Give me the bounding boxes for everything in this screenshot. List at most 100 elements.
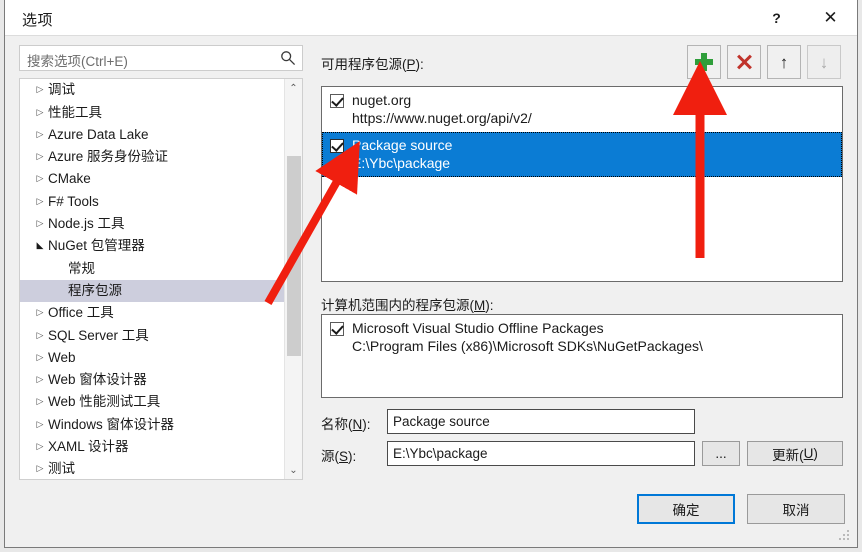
tree-item-0[interactable]: ▷ 调试 (20, 79, 285, 101)
chevron-right-icon[interactable]: ▷ (32, 167, 48, 189)
source-field[interactable] (387, 441, 695, 466)
tree-item-label: 常规 (68, 260, 95, 276)
tree-item-9[interactable]: 程序包源 (20, 279, 285, 302)
machine-source-name: Microsoft Visual Studio Offline Packages (352, 320, 604, 336)
tree-item-14[interactable]: ▷ Web 性能测试工具 (20, 391, 285, 413)
name-field-label: 名称(N): (321, 417, 371, 432)
help-button[interactable]: ? (754, 0, 799, 35)
chevron-right-icon[interactable]: ▷ (32, 212, 48, 234)
name-field[interactable] (387, 409, 695, 434)
available-source-row[interactable]: Package source E:\Ybc\package (322, 132, 842, 177)
move-up-button[interactable]: ↑ (767, 45, 801, 79)
tree-item-label: Web (48, 349, 76, 365)
chevron-right-icon[interactable]: ▷ (32, 301, 48, 323)
machine-source-url: C:\Program Files (x86)\Microsoft SDKs\Nu… (352, 338, 703, 354)
tree-item-1[interactable]: ▷ 性能工具 (20, 101, 285, 123)
tree-item-label: Azure Data Lake (48, 126, 149, 142)
available-source-name: nuget.org (352, 92, 412, 108)
arrow-down-icon: ↓ (819, 52, 829, 72)
source-field-label: 源(S): (321, 449, 357, 464)
browse-button[interactable]: ... (702, 441, 740, 466)
tree-item-17[interactable]: ▷ 测试 (20, 457, 285, 479)
ok-button[interactable]: 确定 (637, 494, 735, 524)
page-title: 选项 (22, 12, 54, 29)
available-source-row[interactable]: nuget.org https://www.nuget.org/api/v2/ (322, 87, 842, 132)
search-icon (280, 50, 296, 66)
chevron-down-icon[interactable]: ◢ (32, 234, 48, 256)
options-dialog: 选项 ? ✕ 搜索选项(Ctrl+E) ▷ 调试 ▷ 性能工具 ▷ Azure Data … (4, 0, 858, 548)
tree-item-10[interactable]: ▷ Office 工具 (20, 302, 285, 324)
tree-item-13[interactable]: ▷ Web 窗体设计器 (20, 369, 285, 391)
available-sources-list[interactable]: nuget.org https://www.nuget.org/api/v2/Pa… (321, 86, 843, 282)
options-tree[interactable]: ▷ 调试 ▷ 性能工具 ▷ Azure Data Lake ▷ Azure 服务身份验证 ▷ CM… (19, 78, 303, 480)
tree-item-16[interactable]: ▷ XAML 设计器 (20, 436, 285, 458)
tree-item-label: XAML 设计器 (48, 439, 129, 455)
tree-item-11[interactable]: ▷ SQL Server 工具 (20, 324, 285, 346)
close-icon[interactable]: ✕ (808, 0, 853, 35)
remove-source-button[interactable] (727, 45, 761, 79)
chevron-right-icon[interactable]: ▷ (32, 346, 48, 368)
cancel-button[interactable]: 取消 (747, 494, 845, 524)
tree-item-label: CMake (48, 171, 91, 187)
tree-item-label: NuGet 包管理器 (48, 238, 145, 254)
add-source-button[interactable] (687, 45, 721, 79)
chevron-right-icon[interactable]: ▷ (32, 101, 48, 123)
available-source-name: Package source (352, 137, 453, 153)
chevron-right-icon[interactable]: ▷ (32, 190, 48, 212)
update-button[interactable]: 更新(U) (747, 441, 843, 466)
machine-sources-list[interactable]: Microsoft Visual Studio Offline Packages… (321, 314, 843, 398)
tree-item-label: 性能工具 (48, 104, 102, 120)
tree-item-7[interactable]: ◢ NuGet 包管理器 (20, 235, 285, 257)
tree-item-label: 程序包源 (68, 282, 122, 298)
available-source-text: Package source E:\Ybc\package (352, 136, 452, 172)
scroll-up-icon[interactable]: ⌃ (285, 79, 302, 97)
tree-item-label: 测试 (48, 461, 75, 477)
tree-item-label: F# Tools (48, 193, 99, 209)
tree-item-12[interactable]: ▷ Web (20, 347, 285, 369)
tree-rows: ▷ 调试 ▷ 性能工具 ▷ Azure Data Lake ▷ Azure 服务身份验证 ▷ CM… (20, 79, 285, 479)
resize-grip[interactable] (839, 530, 851, 542)
tree-item-label: Windows 窗体设计器 (48, 416, 175, 432)
checkbox[interactable] (330, 94, 344, 108)
arrow-up-icon: ↑ (779, 52, 789, 72)
tree-item-label: SQL Server 工具 (48, 327, 149, 343)
machine-source-text: Microsoft Visual Studio Offline Packages… (352, 319, 703, 355)
tree-item-2[interactable]: ▷ Azure Data Lake (20, 124, 285, 146)
tree-item-15[interactable]: ▷ Windows 窗体设计器 (20, 413, 285, 435)
chevron-right-icon[interactable]: ▷ (32, 79, 48, 101)
available-sources-label: 可用程序包源(P): (321, 57, 424, 72)
tree-item-label: Web 窗体设计器 (48, 372, 147, 388)
tree-item-3[interactable]: ▷ Azure 服务身份验证 (20, 146, 285, 168)
chevron-right-icon[interactable]: ▷ (32, 145, 48, 167)
search-input[interactable]: 搜索选项(Ctrl+E) (19, 45, 303, 71)
title-bar: 选项 ? ✕ (5, 0, 857, 36)
tree-item-6[interactable]: ▷ Node.js 工具 (20, 213, 285, 235)
move-down-button[interactable]: ↓ (807, 45, 841, 79)
chevron-right-icon[interactable]: ▷ (32, 413, 48, 435)
available-source-url: E:\Ybc\package (352, 155, 451, 171)
x-icon (736, 54, 752, 70)
tree-item-label: 调试 (48, 82, 75, 98)
scroll-down-icon[interactable]: ⌄ (285, 461, 302, 479)
tree-scrollbar[interactable]: ⌃ ⌄ (284, 79, 302, 479)
chevron-right-icon[interactable]: ▷ (32, 435, 48, 457)
plus-icon (695, 53, 713, 71)
chevron-right-icon[interactable]: ▷ (32, 368, 48, 390)
chevron-right-icon[interactable]: ▷ (32, 457, 48, 479)
chevron-right-icon[interactable]: ▷ (32, 390, 48, 412)
tree-item-8[interactable]: 常规 (20, 257, 285, 279)
machine-sources-label: 计算机范围内的程序包源(M): (321, 298, 494, 313)
machine-source-row[interactable]: Microsoft Visual Studio Offline Packages… (322, 315, 842, 360)
scrollbar-thumb[interactable] (287, 156, 301, 356)
tree-item-label: Web 性能测试工具 (48, 394, 161, 410)
tree-item-4[interactable]: ▷ CMake (20, 168, 285, 190)
chevron-right-icon[interactable]: ▷ (32, 123, 48, 145)
checkbox[interactable] (330, 139, 344, 153)
available-source-text: nuget.org https://www.nuget.org/api/v2/ (352, 91, 532, 127)
tree-item-5[interactable]: ▷ F# Tools (20, 190, 285, 212)
available-source-url: https://www.nuget.org/api/v2/ (352, 110, 532, 126)
tree-item-label: Office 工具 (48, 305, 114, 321)
checkbox[interactable] (330, 322, 344, 336)
chevron-right-icon[interactable]: ▷ (32, 324, 48, 346)
search-placeholder: 搜索选项(Ctrl+E) (27, 54, 128, 69)
